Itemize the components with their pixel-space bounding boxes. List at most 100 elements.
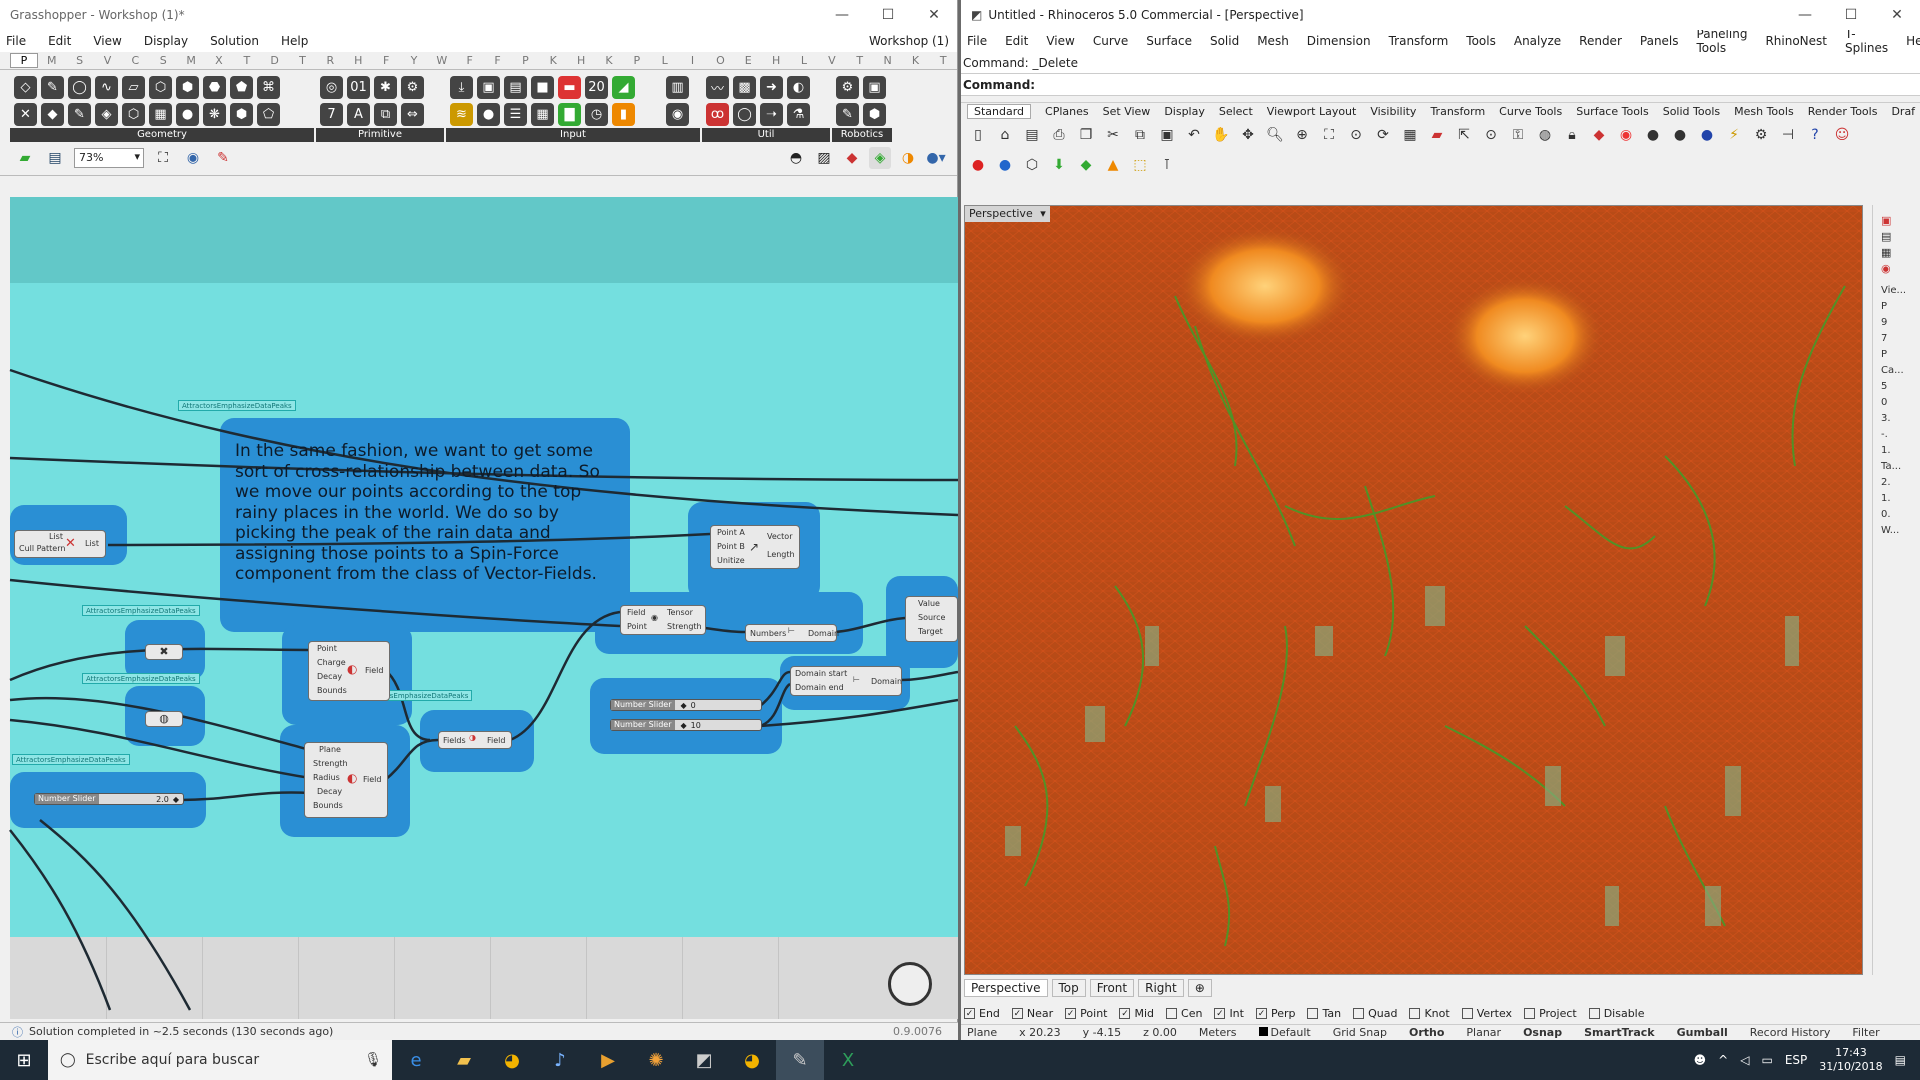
rhino-menu-item[interactable]: Analyze <box>1514 34 1561 48</box>
rhino-toolbar-tab[interactable]: CPlanes <box>1045 105 1089 118</box>
checkbox-icon[interactable] <box>1166 1008 1178 1019</box>
checkbox-icon[interactable]: ✓ <box>1255 1008 1267 1019</box>
viewport-label[interactable]: Perspective ▾ <box>965 206 1050 222</box>
rhino-menu-item[interactable]: Help <box>1906 34 1920 48</box>
rhino-toolbar-tab[interactable]: Draf <box>1891 105 1915 118</box>
status-record-history[interactable]: Record History <box>1750 1026 1831 1039</box>
grid-icon[interactable]: ▦ <box>1399 124 1421 146</box>
spin-force-component[interactable]: Plane Strength Radius Decay Bounds ◐ Fie… <box>304 742 388 818</box>
status-filter[interactable]: Filter <box>1852 1026 1879 1039</box>
app-orange-icon[interactable]: ✺ <box>632 1040 680 1080</box>
osnap-near[interactable]: ✓ Near <box>1011 1007 1053 1020</box>
tensor-input-field[interactable]: Field <box>627 608 645 617</box>
status-ortho[interactable]: Ortho <box>1409 1026 1444 1039</box>
checkbox-icon[interactable] <box>1524 1008 1536 1019</box>
render-sphere-icon[interactable]: ● <box>1642 124 1664 146</box>
paste-icon[interactable]: ▣ <box>1156 124 1178 146</box>
rhino-menu-item[interactable]: Curve <box>1093 34 1128 48</box>
vec-output-vector[interactable]: Vector <box>767 532 793 541</box>
remap-input-target[interactable]: Target <box>918 627 943 636</box>
point-icon[interactable]: ⊙ <box>1480 124 1502 146</box>
checkbox-icon[interactable] <box>1307 1008 1319 1019</box>
properties-icon[interactable]: ▤ <box>1881 229 1908 245</box>
osnap-knot[interactable]: Knot <box>1409 1007 1450 1020</box>
spin-input-plane[interactable]: Plane <box>319 745 341 754</box>
chevron-up-icon[interactable]: ^ <box>1718 1053 1728 1067</box>
shade-sphere-icon[interactable]: ● <box>1669 124 1691 146</box>
number-slider-min[interactable]: Number Slider ◆ 0 <box>610 699 762 711</box>
perspective-viewport[interactable]: Perspective ▾ <box>964 205 1863 975</box>
merge-fields-component[interactable]: Fields ◑ Field <box>438 731 512 749</box>
color-icon[interactable]: ◉ <box>1881 261 1908 277</box>
vec-output-length[interactable]: Length <box>767 550 795 559</box>
construct-domain-component[interactable]: Domain start Domain end ⊢ Domain <box>790 666 902 696</box>
number-slider-max[interactable]: Number Slider ◆ 10 <box>610 719 762 731</box>
rhino-menu-item[interactable]: Solid <box>1210 34 1239 48</box>
clock[interactable]: 17:43 31/10/2018 <box>1819 1046 1882 1074</box>
checkbox-icon[interactable]: ✓ <box>1214 1008 1226 1019</box>
volume-icon[interactable]: ◁ <box>1740 1053 1749 1067</box>
pcharge-input-charge[interactable]: Charge <box>317 658 346 667</box>
rhino-menu-item[interactable]: Panels <box>1640 34 1679 48</box>
pin-icon[interactable]: ⊺ <box>1156 154 1178 176</box>
rhino-toolbar-tab[interactable]: Visibility <box>1370 105 1416 118</box>
spin-input-bounds[interactable]: Bounds <box>313 801 343 810</box>
pan-icon[interactable]: ✋ <box>1210 124 1232 146</box>
spin-input-radius[interactable]: Radius <box>313 773 340 782</box>
rhino-menu-item[interactable]: T-Splines <box>1845 27 1888 55</box>
rhino-toolbar-tab[interactable]: Mesh Tools <box>1734 105 1794 118</box>
vp-tab-top[interactable]: Top <box>1051 979 1086 997</box>
checkbox-icon[interactable] <box>1353 1008 1365 1019</box>
rhino-menu-item[interactable]: File <box>967 34 987 48</box>
rhino-menu-item[interactable]: View <box>1046 34 1074 48</box>
cull-input-list[interactable]: List <box>49 532 63 541</box>
cull-output-list[interactable]: List <box>85 539 99 548</box>
osnap-vertex[interactable]: Vertex <box>1461 1007 1512 1020</box>
zoom-selected-icon[interactable]: ⊙ <box>1345 124 1367 146</box>
spin-input-strength[interactable]: Strength <box>313 759 348 768</box>
domain-input-start[interactable]: Domain start <box>795 669 847 678</box>
slider-handle-icon[interactable]: ◆ <box>681 721 687 730</box>
checkbox-icon[interactable]: ✓ <box>1065 1008 1077 1019</box>
osnap-tan[interactable]: Tan <box>1307 1007 1341 1020</box>
remap-component[interactable]: Value Source Target <box>905 596 958 642</box>
tag-label[interactable]: AttractorsEmphasizeDataPeaks <box>12 754 130 765</box>
rhino-taskbar-icon[interactable]: ◩ <box>680 1040 728 1080</box>
rhino-menu-item[interactable]: Transform <box>1389 34 1449 48</box>
media-icon[interactable]: ▶ <box>584 1040 632 1080</box>
material-icon[interactable]: ◆ <box>1588 124 1610 146</box>
save-icon[interactable]: ▤ <box>1021 124 1043 146</box>
spin-output-field[interactable]: Field <box>363 775 381 784</box>
vp-tab-perspective[interactable]: Perspective <box>964 979 1048 997</box>
checkbox-icon[interactable] <box>1588 1008 1600 1019</box>
close-icon[interactable]: ✕ <box>1874 0 1920 30</box>
status-smarttrack[interactable]: SmartTrack <box>1584 1026 1654 1039</box>
lock2-icon[interactable]: 🔒︎ <box>1561 124 1583 146</box>
display-icon[interactable]: ▦ <box>1881 245 1908 261</box>
domain-output[interactable]: Domain <box>871 677 902 686</box>
rotate-view-icon[interactable]: ⟳ <box>1372 124 1394 146</box>
file-explorer-icon[interactable]: ▰ <box>440 1040 488 1080</box>
cull-input-pattern[interactable]: Cull Pattern <box>19 544 65 553</box>
rhino-toolbar-tab[interactable]: Transform <box>1430 105 1485 118</box>
excel-icon[interactable]: X <box>824 1040 872 1080</box>
light-icon[interactable]: ◍ <box>1534 124 1556 146</box>
network-icon[interactable]: ▭ <box>1761 1053 1772 1067</box>
number-slider-radius[interactable]: Number Slider 2.0 ◆ <box>34 793 184 805</box>
osnap-point[interactable]: ✓ Point <box>1065 1007 1107 1020</box>
slider-handle-icon[interactable]: ◆ <box>681 701 687 710</box>
copy-icon[interactable]: ⧉ <box>1129 124 1151 146</box>
rhino-menu-item[interactable]: Tools <box>1466 34 1496 48</box>
rhino-toolbar-tab[interactable]: Viewport Layout <box>1267 105 1357 118</box>
vec-input-unitize[interactable]: Unitize <box>717 556 745 565</box>
checkbox-icon[interactable] <box>1461 1008 1473 1019</box>
notifications-icon[interactable]: ▤ <box>1895 1053 1906 1067</box>
rhino-toolbar-tab[interactable]: Select <box>1219 105 1253 118</box>
taskbar-search[interactable]: ◯ Escribe aquí para buscar 🎙︎ <box>48 1040 392 1080</box>
rhino-menu-item[interactable]: Dimension <box>1307 34 1371 48</box>
cull-pattern-component[interactable]: List Cull Pattern ✕ List <box>14 530 106 558</box>
status-layer[interactable]: Default <box>1258 1026 1311 1039</box>
add-viewport-icon[interactable]: ⊕ <box>1187 979 1212 997</box>
zoom-extents-icon[interactable]: ⛶ <box>1318 124 1340 146</box>
chrome-icon[interactable]: ◕ <box>488 1040 536 1080</box>
